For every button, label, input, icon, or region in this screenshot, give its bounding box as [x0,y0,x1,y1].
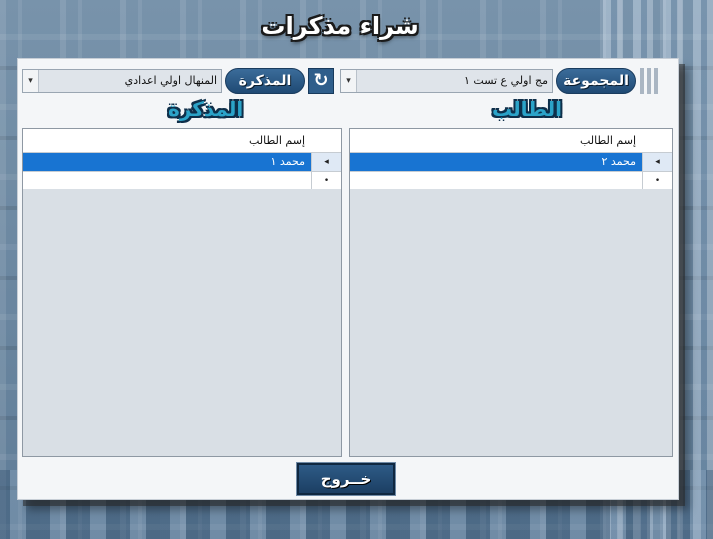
table-row[interactable]: محمد ١ [23,153,311,171]
grip-handle-icon [636,68,662,94]
memo-select-value: المنهال اولي اعدادي [124,74,217,87]
window-title: شراء مذكرات [261,12,419,40]
refresh-icon[interactable]: ↻ [308,68,334,94]
new-row-marker-icon[interactable]: • [311,171,341,189]
students-grid[interactable]: إسم الطالب محمد ٢ ◂ • [349,128,673,457]
group-select[interactable]: ▾ مج اولي ع تست ١ [340,69,553,93]
memo-grid-header[interactable]: إسم الطالب [23,129,341,153]
memo-label-badge: المذكرة [225,68,305,94]
group-select-value: مج اولي ع تست ١ [463,74,548,87]
new-row[interactable] [23,171,311,189]
memo-section-title: المذكرة [168,97,244,121]
exit-button[interactable]: خــروج [296,462,396,496]
chevron-down-icon[interactable]: ▾ [23,70,39,92]
students-section-title: الطالب [492,97,563,121]
table-row[interactable]: محمد ٢ [350,153,642,171]
row-selector-icon[interactable]: ◂ [311,153,341,171]
memo-grid[interactable]: إسم الطالب محمد ١ ◂ • [22,128,342,457]
group-label-badge: المجموعة [556,68,636,94]
new-row[interactable] [350,171,642,189]
new-row-marker-icon[interactable]: • [642,171,672,189]
students-grid-header[interactable]: إسم الطالب [350,129,672,153]
row-selector-icon[interactable]: ◂ [642,153,672,171]
main-panel: المجموعة ▾ مج اولي ع تست ١ ↻ المذكرة ▾ ا… [17,58,679,500]
memo-select[interactable]: ▾ المنهال اولي اعدادي [22,69,222,93]
chevron-down-icon[interactable]: ▾ [341,70,357,92]
